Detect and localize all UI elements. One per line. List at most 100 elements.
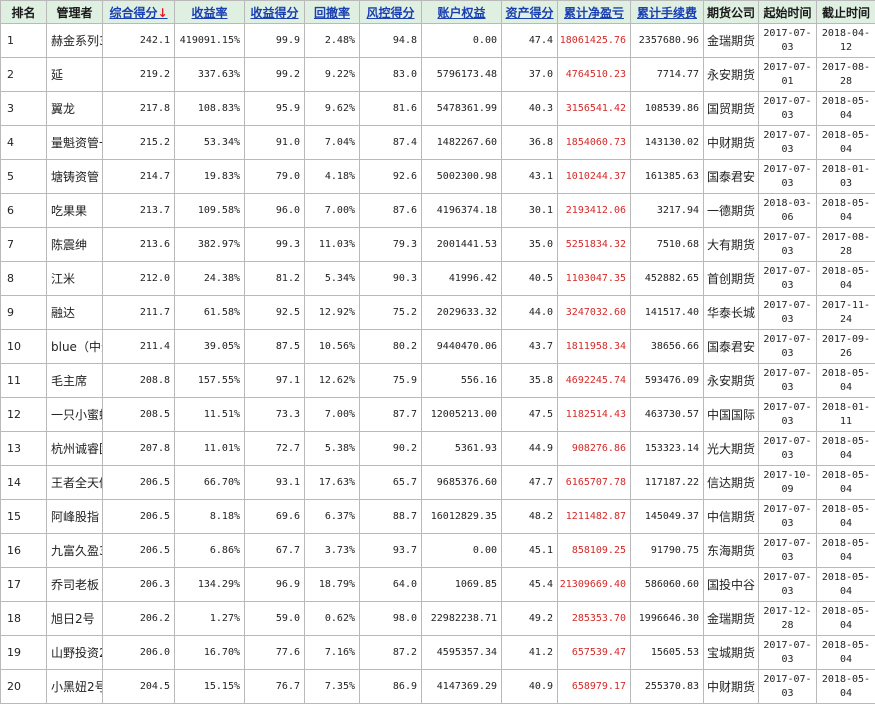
cell-return-score: 59.0 — [244, 601, 305, 636]
table-row[interactable]: 16九富久盈3-206.56.86%67.73.73%93.70.0045.18… — [0, 533, 875, 568]
table-row[interactable]: 2 延 219.2 337.63% 99.2 9.22% 83.0 5796173.48 37.… — [0, 57, 875, 92]
cell-asset-score: 41.2 — [501, 635, 558, 670]
table-row[interactable]: 5 塘铸资管 214.7 19.83% 79.0 4.18% 92.6 5002300.98 4… — [0, 159, 875, 194]
cell-equity: 4196374.18 — [421, 193, 502, 228]
cell-drawdown: 9.62% — [304, 91, 360, 126]
cell-return: 157.55% — [174, 363, 245, 398]
table-row[interactable]: 9 融达 211.7 61.58% 92.5 12.92% 75.2 2029633.32 44… — [0, 295, 875, 330]
cell-fees: 255370.83 — [630, 669, 704, 704]
column-header-fees[interactable]: 累计手续费 — [630, 0, 704, 24]
cell-equity: 22982238.71 — [421, 601, 502, 636]
cell-manager[interactable]: 塘铸资管 — [46, 159, 103, 194]
cell-risk-score: 75.2 — [359, 295, 422, 330]
cell-manager[interactable]: 延 — [46, 57, 103, 92]
table-row[interactable]: 3 翼龙 217.8 108.83% 95.9 9.62% 81.6 5478361.99 40… — [0, 91, 875, 126]
cell-start: 2017-07-03 — [758, 91, 817, 126]
cell-rank: 15 — [0, 499, 47, 534]
cell-return: 419091.15% — [174, 23, 245, 58]
cell-start: 2017-12-28 — [758, 601, 817, 636]
cell-manager[interactable]: 吃果果 — [46, 193, 103, 228]
arrow-down-icon[interactable]: ↓ — [157, 6, 167, 20]
table-row[interactable]: 8 江米 212.0 24.38% 81.2 5.34% 90.3 41996.42 40.5 1… — [0, 261, 875, 296]
table-row[interactable]: 19山野投资2-206.016.70%77.67.16%87.24595357.… — [0, 635, 875, 670]
table-row[interactable]: 7 陈震绅 213.6 382.97% 99.3 11.03% 79.3 2001441.53… — [0, 227, 875, 262]
cell-return: 19.83% — [174, 159, 245, 194]
cell-equity: 5361.93 — [421, 431, 502, 466]
cell-asset-score: 40.9 — [501, 669, 558, 704]
cell-manager[interactable]: 量魁资管一 — [46, 125, 103, 160]
table-row[interactable]: 18 旭日2号 206.2 1.27% 59.0 0.62% 98.0 22982238.71… — [0, 601, 875, 636]
cell-manager[interactable]: 赫金系列3- — [46, 23, 103, 58]
cell-manager[interactable]: 一只小蜜蜂 — [46, 397, 103, 432]
cell-company: 金瑞期货 — [703, 23, 759, 58]
cell-score: 212.0 — [102, 261, 175, 296]
cell-fees: 593476.09 — [630, 363, 704, 398]
column-header-asset-score[interactable]: 资产得分 — [501, 0, 558, 24]
cell-manager[interactable]: 江米 — [46, 261, 103, 296]
cell-manager[interactable]: 旭日2号 — [46, 601, 103, 636]
ranking-table: 排名 管理者 综合得分↓ 收益率 收益得分 回撤率 风控得分 账户权益 资产得分 累计净盈亏 累计手… — [0, 0, 875, 704]
cell-net-pnl: 1010244.37 — [557, 159, 631, 194]
cell-score: 206.0 — [102, 635, 175, 670]
table-row[interactable]: 12一只小蜜蜂208.511.51%73.37.00%87.712005213.… — [0, 397, 875, 432]
cell-manager[interactable]: 融达 — [46, 295, 103, 330]
cell-risk-score: 88.7 — [359, 499, 422, 534]
cell-end: 2018-05-04 — [816, 193, 875, 228]
cell-manager[interactable]: 翼龙 — [46, 91, 103, 126]
table-row[interactable]: 10blue（中资211.439.05%87.510.56%80.2944047… — [0, 329, 875, 364]
cell-asset-score: 35.0 — [501, 227, 558, 262]
table-row[interactable]: 17 乔司老板 206.3 134.29% 96.9 18.79% 64.0 1069.85 4… — [0, 567, 875, 602]
table-row[interactable]: 6 吃果果 213.7 109.58% 96.0 7.00% 87.6 4196374.18 3… — [0, 193, 875, 228]
cell-fees: 3217.94 — [630, 193, 704, 228]
cell-company: 永安期货 — [703, 57, 759, 92]
column-header-return[interactable]: 收益率 — [174, 0, 245, 24]
cell-manager[interactable]: 杭州诚睿团 — [46, 431, 103, 466]
cell-score: 242.1 — [102, 23, 175, 58]
cell-manager[interactable]: 陈震绅 — [46, 227, 103, 262]
table-row[interactable]: 14王者全天候206.566.70%93.117.63%65.79685376.… — [0, 465, 875, 500]
column-header-drawdown[interactable]: 回撤率 — [304, 0, 360, 24]
cell-score: 213.6 — [102, 227, 175, 262]
table-row[interactable]: 20 小黑妞2号 204.5 15.15% 76.7 7.35% 86.9 4147369.2… — [0, 669, 875, 704]
cell-asset-score: 45.4 — [501, 567, 558, 602]
cell-manager[interactable]: blue（中资 — [46, 329, 103, 364]
cell-drawdown: 11.03% — [304, 227, 360, 262]
cell-drawdown: 9.22% — [304, 57, 360, 92]
cell-manager[interactable]: 毛主席 — [46, 363, 103, 398]
column-header-return-score[interactable]: 收益得分 — [244, 0, 305, 24]
cell-rank: 12 — [0, 397, 47, 432]
cell-manager[interactable]: 阿峰股指 — [46, 499, 103, 534]
cell-company: 金瑞期货 — [703, 601, 759, 636]
cell-equity: 556.16 — [421, 363, 502, 398]
cell-rank: 7 — [0, 227, 47, 262]
table-row[interactable]: 11 毛主席 208.8 157.55% 97.1 12.62% 75.9 556.16 35.… — [0, 363, 875, 398]
cell-equity: 1069.85 — [421, 567, 502, 602]
column-header-label: 管理者 — [56, 5, 93, 20]
cell-end: 2018-01-03 — [816, 159, 875, 194]
column-header-score[interactable]: 综合得分↓ — [102, 0, 175, 24]
cell-return: 66.70% — [174, 465, 245, 500]
cell-asset-score: 40.5 — [501, 261, 558, 296]
cell-start: 2017-07-03 — [758, 227, 817, 262]
column-header-risk-score[interactable]: 风控得分 — [359, 0, 422, 24]
table-row[interactable]: 13杭州诚睿团207.811.01%72.75.38%90.25361.9344… — [0, 431, 875, 466]
cell-score: 204.5 — [102, 669, 175, 704]
cell-company: 永安期货 — [703, 363, 759, 398]
table-row[interactable]: 15 阿峰股指 206.5 8.18% 69.6 6.37% 88.7 16012829.35… — [0, 499, 875, 534]
cell-rank: 18 — [0, 601, 47, 636]
cell-net-pnl: 3156541.42 — [557, 91, 631, 126]
cell-manager[interactable]: 小黑妞2号 — [46, 669, 103, 704]
cell-manager[interactable]: 王者全天候 — [46, 465, 103, 500]
cell-score: 211.4 — [102, 329, 175, 364]
table-row[interactable]: 1赫金系列3-242.1419091.15%99.92.48%94.80.004… — [0, 23, 875, 58]
cell-fees: 145049.37 — [630, 499, 704, 534]
table-row[interactable]: 4量魁资管一215.253.34%91.07.04%87.41482267.60… — [0, 125, 875, 160]
cell-manager[interactable]: 乔司老板 — [46, 567, 103, 602]
cell-return-score: 79.0 — [244, 159, 305, 194]
column-header-net-pnl[interactable]: 累计净盈亏 — [557, 0, 631, 24]
cell-manager[interactable]: 九富久盈3- — [46, 533, 103, 568]
cell-manager[interactable]: 山野投资2- — [46, 635, 103, 670]
cell-return-score: 99.9 — [244, 23, 305, 58]
cell-return-score: 93.1 — [244, 465, 305, 500]
column-header-equity[interactable]: 账户权益 — [421, 0, 502, 24]
